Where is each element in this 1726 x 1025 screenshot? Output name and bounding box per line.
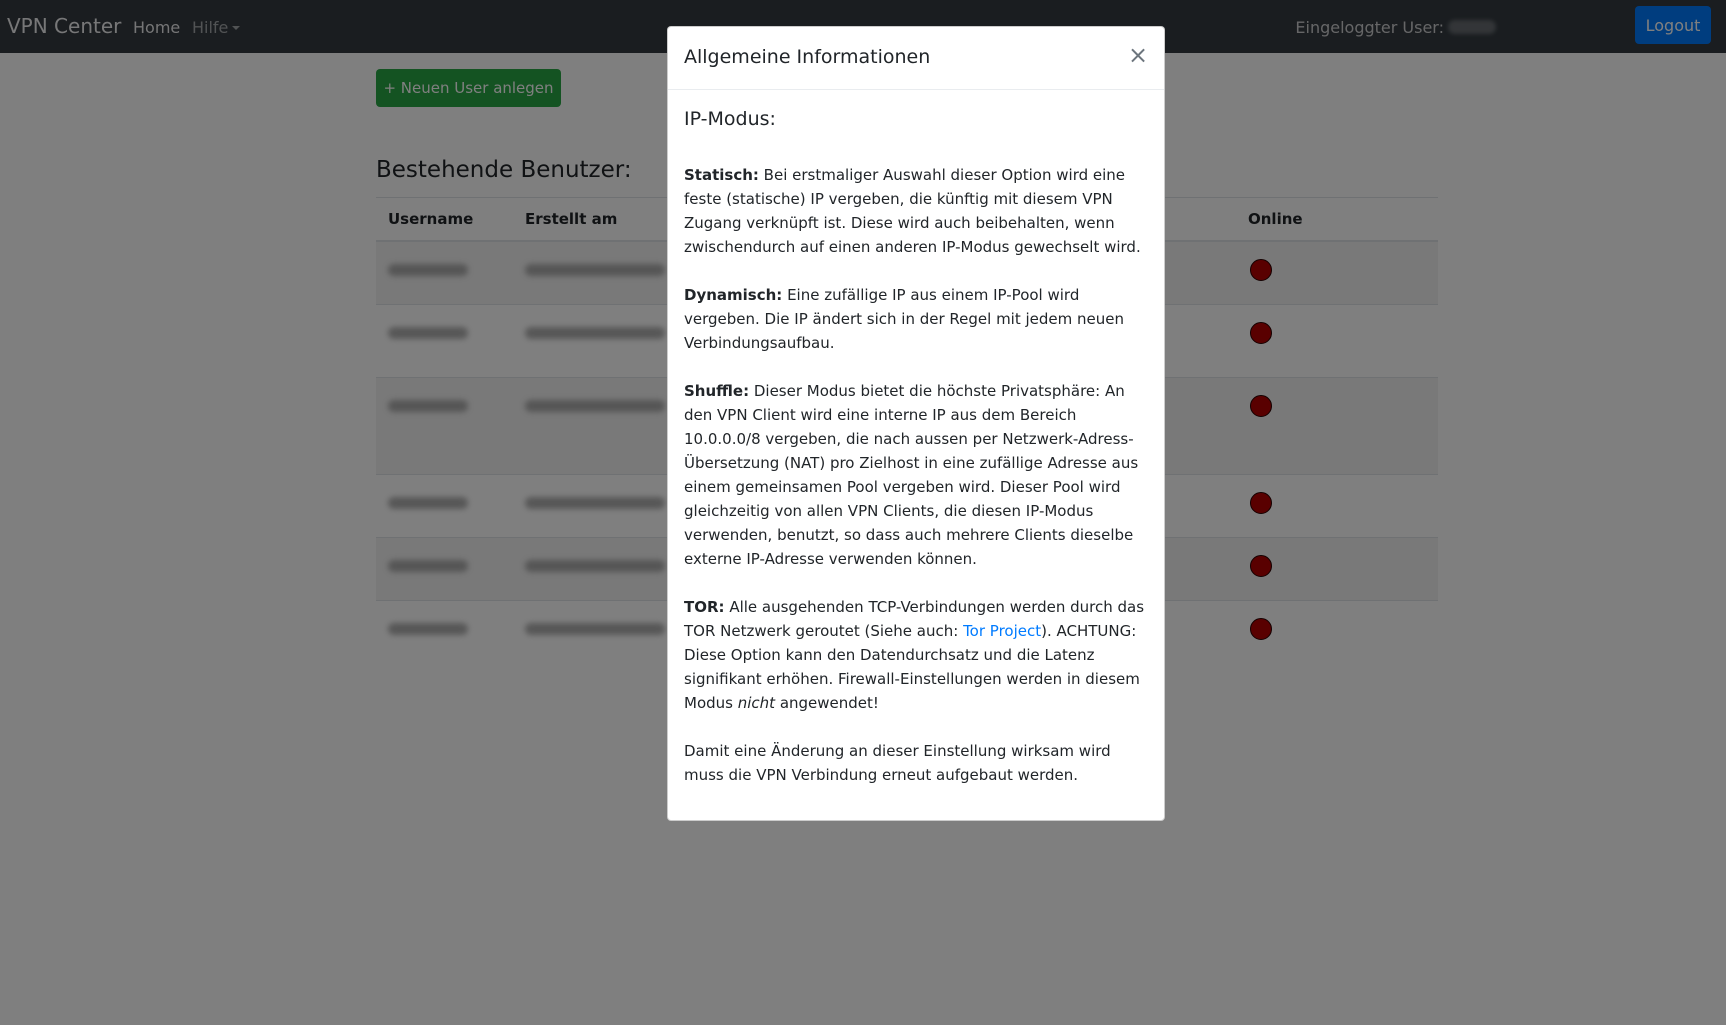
reconnect-note: Damit eine Änderung an dieser Einstellun… [684,742,1111,784]
shuffle-mode-text: Dieser Modus bietet die höchste Privatsp… [684,382,1139,568]
ip-mode-heading: IP-Modus: [684,108,776,130]
close-icon[interactable]: × [1126,41,1150,69]
tor-mode-paragraph: TOR: Alle ausgehenden TCP-Verbindungen w… [684,595,1154,715]
tor-mode-emphasis: nicht [737,694,776,712]
shuffle-mode-label: Shuffle: [684,382,750,400]
dynamic-mode-label: Dynamisch: [684,286,783,304]
modal-header: Allgemeine Informationen × [668,27,1164,90]
modal-body: IP-Modus: Statisch: Bei erstmaliger Ausw… [684,107,1154,811]
tor-mode-text-3: angewendet! [775,694,879,712]
tor-mode-label: TOR: [684,598,725,616]
static-mode-paragraph: Statisch: Bei erstmaliger Auswahl dieser… [684,163,1154,259]
tor-project-link[interactable]: Tor Project [963,622,1041,640]
dynamic-mode-paragraph: Dynamisch: Eine zufällige IP aus einem I… [684,283,1154,355]
static-mode-label: Statisch: [684,166,759,184]
info-modal: Allgemeine Informationen × IP-Modus: Sta… [667,26,1165,821]
modal-title: Allgemeine Informationen [684,46,931,68]
shuffle-mode-paragraph: Shuffle: Dieser Modus bietet die höchste… [684,379,1154,571]
